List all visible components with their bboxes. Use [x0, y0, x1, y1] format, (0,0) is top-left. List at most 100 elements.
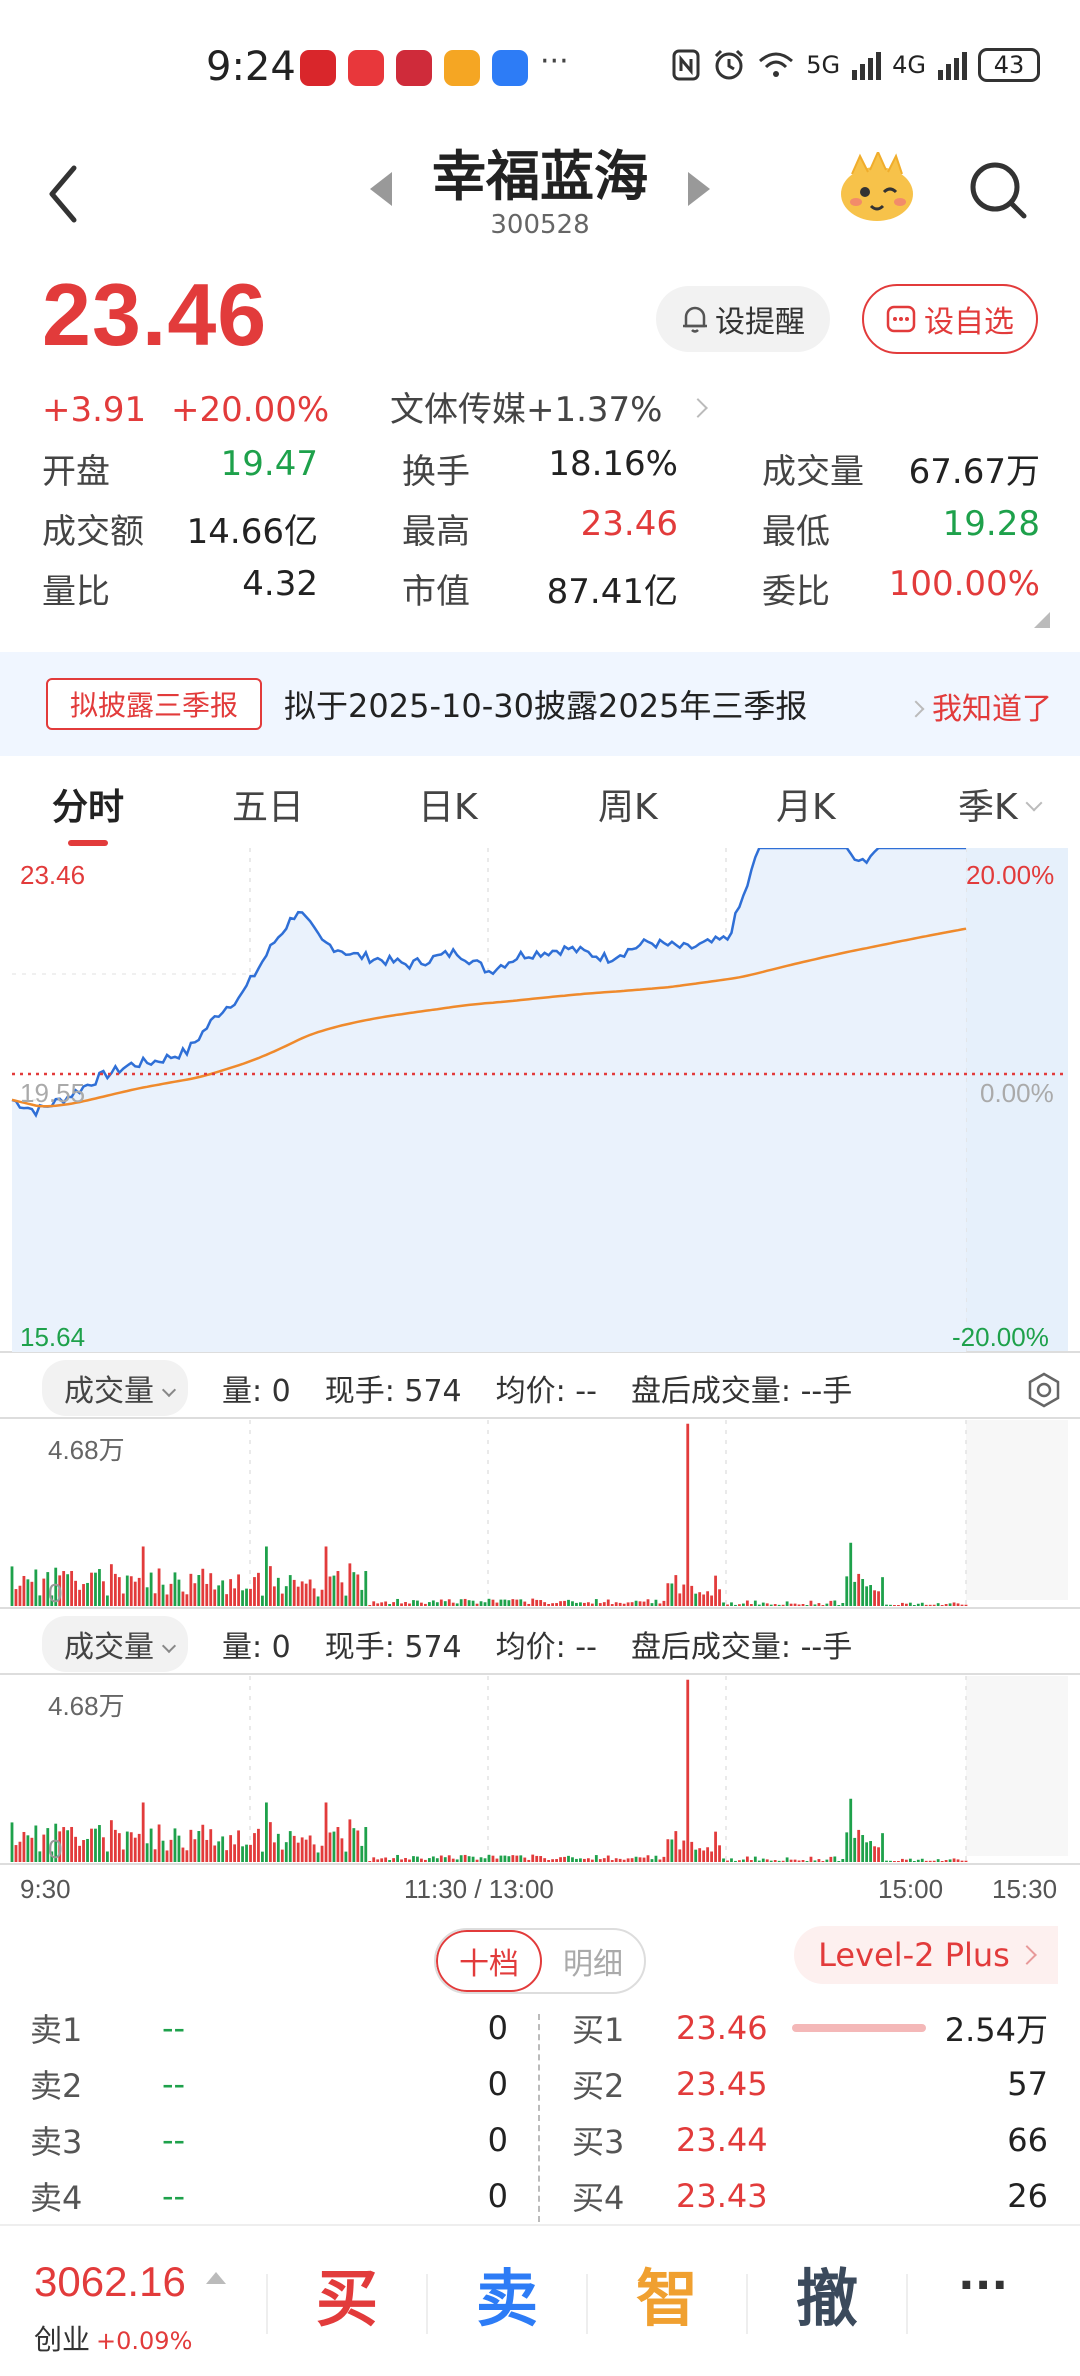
volume-bar: [495, 1858, 499, 1862]
indicator-selector[interactable]: 成交量: [42, 1360, 188, 1416]
bid-row[interactable]: 买4 23.43 26: [540, 2168, 1080, 2224]
set-alert-button[interactable]: 设提醒: [656, 286, 830, 352]
volume-bar: [714, 1575, 717, 1606]
volume-bar: [483, 1858, 487, 1862]
bid-row[interactable]: 买1 23.46 2.54万: [540, 2000, 1080, 2056]
volume-bar: [22, 1575, 26, 1606]
stock-code: 300528: [490, 210, 590, 240]
ask-row[interactable]: 卖1 -- 0: [0, 2000, 540, 2056]
notice-ack-button[interactable]: 我知道了: [907, 684, 1052, 728]
chevron-down-icon: [161, 1382, 177, 1398]
volume-bar: [62, 1827, 66, 1862]
volume-bar: [718, 1589, 721, 1606]
volume-bar: [165, 1850, 169, 1862]
bid-row[interactable]: 买3 23.44 66: [540, 2112, 1080, 2168]
volume-bar: [408, 1859, 411, 1862]
volume-bar: [547, 1603, 551, 1606]
volume-bar: [658, 1603, 662, 1606]
volume-bar: [451, 1858, 455, 1862]
bid-volume: 2.54万: [944, 2011, 1048, 2049]
volume-bar: [630, 1858, 634, 1862]
volume-bar: [785, 1857, 789, 1862]
bid-price: 23.44: [676, 2121, 768, 2159]
volume-bar: [125, 1831, 129, 1862]
ask-row[interactable]: 卖4 -- 0: [0, 2168, 540, 2224]
buy-button[interactable]: 买: [316, 2248, 378, 2338]
volume-bar: [229, 1579, 233, 1606]
volume-bar: [507, 1600, 511, 1606]
volume-bar: [205, 1839, 209, 1862]
stat-label: 成交额: [42, 511, 144, 552]
search-icon[interactable]: [968, 160, 1028, 220]
change-line[interactable]: +3.91 +20.00% 文体传媒+1.37%: [42, 382, 709, 431]
sell-button[interactable]: 卖: [476, 2248, 538, 2338]
volume-bar: [555, 1859, 558, 1862]
mascot-icon[interactable]: [838, 152, 916, 224]
volume-bar: [280, 1593, 284, 1606]
volume-bar: [18, 1841, 22, 1862]
volume-bar: [86, 1838, 89, 1862]
volume-bar: [225, 1850, 229, 1862]
settings-icon[interactable]: [1026, 1372, 1062, 1408]
volume-bar: [674, 1575, 678, 1606]
volume-bar: [320, 1589, 324, 1606]
volume-bar: [261, 1595, 264, 1606]
tab-weekly-k[interactable]: 周K: [598, 778, 658, 830]
tab-five-day[interactable]: 五日: [232, 778, 304, 830]
cancel-order-button[interactable]: 撤: [796, 2248, 858, 2338]
volume-bar: [571, 1857, 574, 1862]
tab-quarterly-k[interactable]: 季K: [958, 778, 1043, 830]
volume-bar: [773, 1604, 777, 1606]
volume-bar: [288, 1831, 292, 1862]
tab-trade-details[interactable]: 明细: [542, 1930, 644, 1992]
current-price: 23.46: [42, 265, 268, 364]
volume-bar: [579, 1858, 582, 1862]
volume-bar: [241, 1846, 244, 1862]
volume-bar: [292, 1579, 296, 1606]
volume-bar: [583, 1858, 586, 1862]
volume-bar: [825, 1603, 829, 1606]
stat-item: 换手 18.16%: [402, 444, 678, 493]
volume-bar: [710, 1595, 713, 1606]
volume-bar: [690, 1841, 694, 1862]
tab-monthly-k[interactable]: 月K: [776, 778, 836, 830]
tab-intraday[interactable]: 分时: [52, 778, 124, 830]
volume-bar: [435, 1858, 439, 1862]
volume-bar: [38, 1851, 42, 1862]
volume-bar: [288, 1575, 292, 1606]
smart-button[interactable]: 智: [636, 2248, 698, 2338]
expand-up-icon[interactable]: [206, 2272, 226, 2284]
volume-bar: [678, 1593, 682, 1606]
ask-row[interactable]: 卖3 -- 0: [0, 2112, 540, 2168]
bid-row[interactable]: 买2 23.45 57: [540, 2056, 1080, 2112]
volume-bar: [431, 1600, 435, 1606]
volume-bar: [276, 1833, 280, 1862]
next-stock-icon[interactable]: [688, 172, 710, 206]
level2-plus-button[interactable]: Level-2 Plus: [794, 1926, 1058, 1984]
volume-bar: [133, 1581, 137, 1606]
tab-ten-levels[interactable]: 十档: [436, 1930, 542, 1992]
volume-bar: [368, 1605, 372, 1606]
add-favorite-button[interactable]: 设自选: [862, 284, 1038, 354]
more-button[interactable]: ···: [958, 2260, 1008, 2311]
orderbook-toggle: 十档 明细: [434, 1928, 646, 1994]
stat-label: 开盘: [42, 451, 110, 492]
ask-row[interactable]: 卖2 -- 0: [0, 2056, 540, 2112]
expand-corner-icon[interactable]: [1034, 612, 1050, 628]
disclosure-notice[interactable]: 拟披露三季报 拟于2025-10-30披露2025年三季报 我知道了: [0, 652, 1080, 756]
indicator-selector[interactable]: 成交量: [42, 1616, 188, 1672]
index-value[interactable]: 3062.16: [34, 2258, 186, 2306]
volume-bar: [356, 1830, 360, 1862]
volume-bar: [205, 1583, 209, 1606]
volume-bar: [829, 1600, 833, 1606]
volume-bar: [845, 1576, 849, 1606]
stat-label: 成交量: [762, 451, 864, 492]
index-name[interactable]: 创业 +0.09%: [34, 2318, 192, 2358]
stat-item: 最低 19.28: [762, 504, 1040, 553]
tab-daily-k[interactable]: 日K: [418, 778, 478, 830]
volume-bar: [726, 1860, 729, 1862]
volume-bar: [78, 1589, 81, 1606]
volume-bar: [527, 1603, 531, 1606]
bid-label: 买2: [572, 2067, 625, 2105]
volume-bar: [253, 1577, 256, 1606]
